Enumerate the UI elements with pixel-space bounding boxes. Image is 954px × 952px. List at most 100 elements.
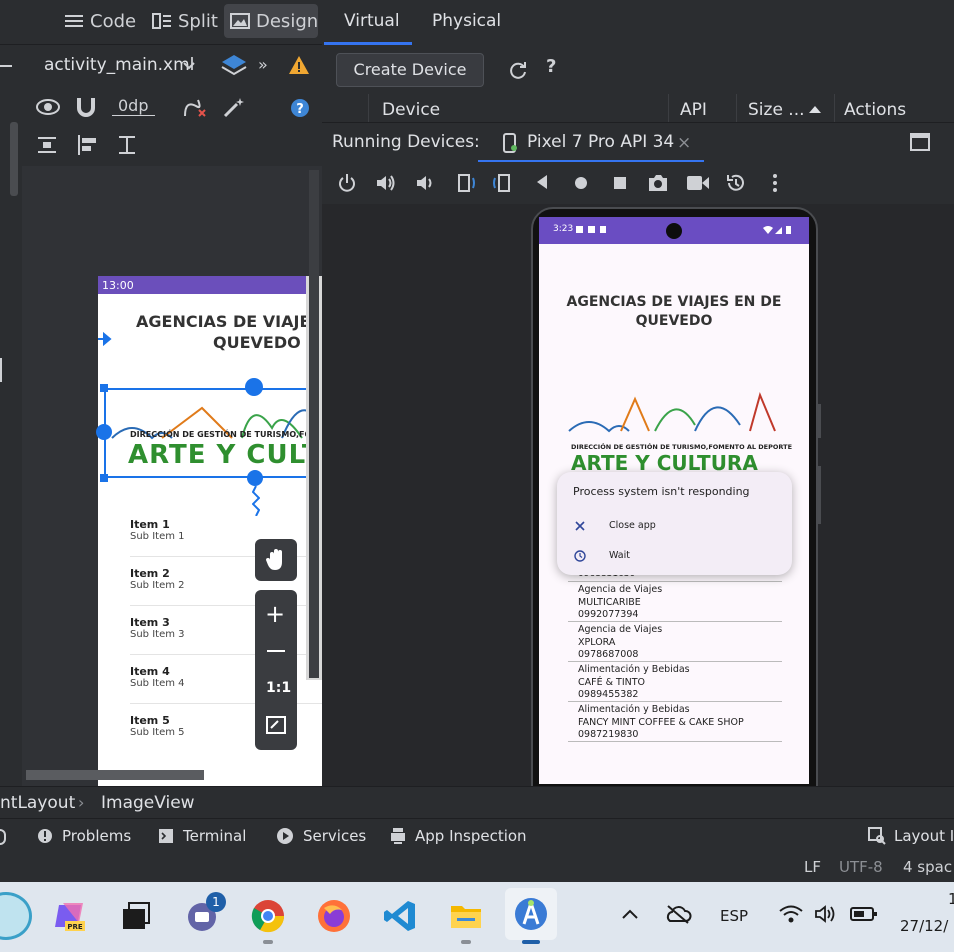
chevron-down-icon[interactable]	[182, 59, 196, 73]
phone-screen[interactable]: 3:23 AGENCIAS DE VIAJES EN DE QUEVEDO DI…	[539, 217, 809, 784]
phone-item-category: Alimentación y Bebidas	[578, 704, 690, 715]
create-device-button[interactable]: Create Device	[336, 53, 484, 87]
services-tool[interactable]: Services	[276, 827, 366, 845]
rotate-right-icon[interactable]	[491, 172, 515, 194]
column-divider	[834, 94, 835, 122]
volume-down-icon[interactable]	[415, 173, 437, 193]
maximize-icon[interactable]	[910, 133, 930, 151]
code-mode-button[interactable]: Code	[58, 4, 142, 38]
power-icon[interactable]	[337, 173, 357, 193]
phone-list-item[interactable]: Agencia de Viajes MULTICARIBE 0992077394	[568, 582, 782, 622]
magic-wand-icon[interactable]	[222, 96, 246, 118]
phone-item-phone: 0987219830	[578, 729, 639, 740]
device-tab[interactable]: Pixel 7 Pro API 34 ×	[478, 123, 704, 163]
tab-virtual[interactable]: Virtual	[344, 11, 400, 31]
encoding[interactable]: UTF-8	[839, 858, 883, 876]
vscode-icon[interactable]	[380, 896, 420, 936]
design-canvas[interactable]: 13:00 AGENCIAS DE VIAJES QUEVEDO DIRECCI…	[22, 166, 322, 788]
warning-icon[interactable]	[288, 55, 310, 75]
distribute-vertical-icon[interactable]	[36, 134, 58, 156]
magnet-icon[interactable]	[76, 96, 96, 118]
indent[interactable]: 4 spac	[903, 858, 952, 876]
canvas-vertical-scrollbar[interactable]	[309, 170, 319, 678]
services-label: Services	[303, 827, 367, 845]
layout-inspector-tool[interactable]: Layout In	[868, 827, 954, 845]
file-explorer-icon[interactable]	[446, 896, 486, 936]
line-separator[interactable]: LF	[804, 858, 821, 876]
clock-date[interactable]: 27/12/	[900, 917, 948, 935]
layers-icon[interactable]	[220, 53, 248, 79]
phone-list-item[interactable]: Agencia de Viajes XPLORA 0978687008	[568, 622, 782, 662]
zoom-controls: + 1:1	[255, 590, 297, 750]
app-inspection-tool[interactable]: App Inspection	[390, 827, 527, 845]
close-tab-icon[interactable]: ×	[677, 133, 691, 153]
column-api[interactable]: API	[680, 100, 707, 120]
sort-up-icon[interactable]	[808, 104, 822, 114]
refresh-icon[interactable]	[508, 60, 528, 80]
constraint-handle-left[interactable]	[96, 424, 112, 440]
layout-inspector-icon	[868, 827, 886, 845]
task-view-icon[interactable]	[116, 896, 156, 936]
volume-up-icon[interactable]	[375, 173, 397, 193]
help-question-icon[interactable]: ?	[546, 56, 556, 77]
file-name-label[interactable]: activity_main.xml	[44, 55, 194, 75]
terminal-tool[interactable]: Terminal	[158, 827, 246, 845]
record-icon[interactable]	[686, 174, 710, 192]
fit-screen-icon[interactable]	[266, 716, 286, 734]
close-app-button[interactable]: Close app	[557, 514, 792, 540]
input-language[interactable]: ESP	[720, 907, 748, 925]
problems-tool[interactable]: Problems	[37, 827, 131, 845]
clock-time[interactable]: 1	[948, 890, 954, 908]
horizontal-scrollbar[interactable]	[26, 770, 204, 780]
column-actions[interactable]: Actions	[844, 100, 906, 120]
firefox-icon[interactable]	[314, 896, 354, 936]
align-left-icon[interactable]	[76, 134, 100, 156]
copilot-icon[interactable]: PRE	[50, 896, 90, 936]
split-mode-button[interactable]: Split	[146, 4, 224, 38]
selection-box[interactable]	[104, 388, 322, 478]
wifi-icon[interactable]	[778, 904, 804, 924]
onedrive-offline-icon[interactable]	[664, 904, 692, 924]
vertical-scrollbar[interactable]	[10, 122, 18, 196]
overview-icon[interactable]	[613, 176, 627, 190]
breadcrumb-item-layout[interactable]: ntLayout	[0, 793, 75, 813]
pan-button[interactable]	[255, 539, 297, 581]
resize-handle-tl[interactable]	[100, 384, 108, 392]
camera-icon[interactable]	[647, 173, 669, 193]
column-size[interactable]: Size ...	[748, 100, 805, 120]
constraint-handle-top[interactable]	[245, 378, 263, 396]
widgets-icon[interactable]	[0, 892, 32, 940]
speaker-icon[interactable]	[814, 904, 840, 924]
wait-button[interactable]: Wait	[557, 544, 792, 570]
phone-list-item[interactable]: Alimentación y Bebidas FANCY MINT COFFEE…	[568, 702, 782, 742]
column-device[interactable]: Device	[382, 100, 440, 120]
zoom-reset-button[interactable]: 1:1	[266, 680, 291, 696]
tray-chevron-up-icon[interactable]	[622, 908, 638, 920]
close-app-label: Close app	[609, 520, 656, 531]
resize-handle-bl[interactable]	[100, 474, 108, 482]
more-chevrons-icon[interactable]: »	[258, 55, 268, 74]
help-icon[interactable]: ?	[290, 98, 310, 118]
design-mode-button[interactable]: Design	[224, 4, 318, 38]
phone-list-item[interactable]: Alimentación y Bebidas CAFÉ & TINTO 0989…	[568, 662, 782, 702]
default-margin-field[interactable]: 0dp	[112, 96, 155, 116]
clear-constraints-icon[interactable]	[182, 96, 208, 118]
guidelines-icon[interactable]	[116, 134, 138, 156]
minus-icon[interactable]	[0, 65, 12, 67]
constraint-handle-bottom[interactable]	[247, 470, 263, 486]
zoom-out-button[interactable]	[267, 650, 285, 652]
zoom-in-button[interactable]: +	[265, 602, 285, 626]
preview-status-bar: 13:00	[98, 276, 322, 294]
snapshot-icon[interactable]	[725, 172, 747, 194]
eye-icon[interactable]	[36, 98, 60, 116]
notification-badge: 1	[206, 892, 226, 912]
home-icon[interactable]	[574, 176, 588, 190]
android-studio-button[interactable]	[505, 888, 557, 944]
breadcrumb-item-imageview[interactable]: ImageView	[101, 793, 195, 813]
rotate-left-icon[interactable]	[453, 172, 477, 194]
back-icon[interactable]	[535, 174, 549, 190]
battery-icon[interactable]	[850, 906, 878, 922]
more-vertical-icon[interactable]	[772, 173, 778, 193]
chrome-icon[interactable]	[248, 896, 288, 936]
tab-physical[interactable]: Physical	[432, 11, 501, 31]
